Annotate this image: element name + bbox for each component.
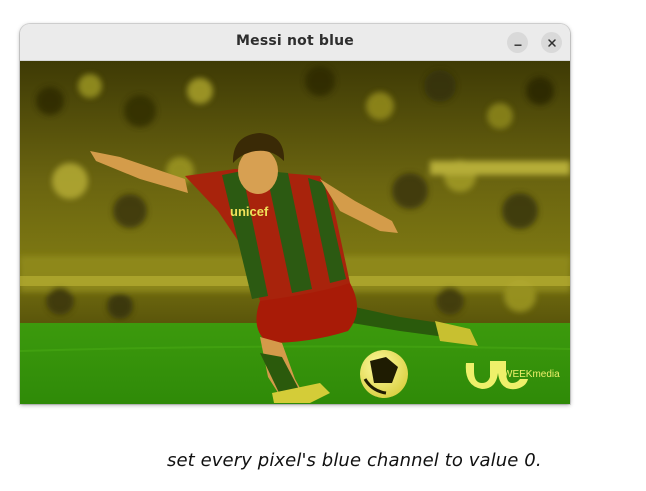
watermark-text: WEEKmedia (503, 369, 560, 380)
app-window: Messi not blue unicef WEEKmedia (20, 24, 570, 404)
minimize-button[interactable] (507, 32, 528, 53)
jersey-text: unicef (230, 204, 269, 219)
soccer-player-image: unicef WEEKmedia (20, 61, 570, 404)
window-title: Messi not blue (236, 33, 354, 49)
close-button[interactable] (541, 32, 562, 53)
minimize-icon (514, 44, 521, 46)
title-bar[interactable]: Messi not blue (20, 24, 570, 61)
image-view: unicef WEEKmedia (20, 61, 570, 404)
close-icon (547, 38, 556, 47)
instruction-caption: set every pixel's blue channel to value … (167, 450, 542, 471)
